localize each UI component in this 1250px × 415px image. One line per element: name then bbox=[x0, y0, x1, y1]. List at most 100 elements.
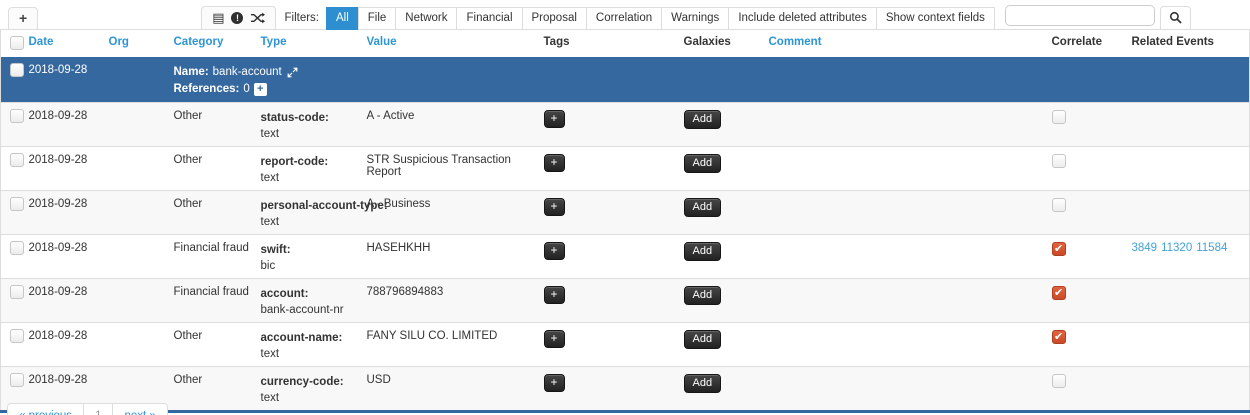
add-tag-button[interactable]: + bbox=[544, 242, 565, 260]
related-event-link[interactable]: 3849 bbox=[1132, 242, 1158, 254]
attribute-date: 2018-09-28 bbox=[23, 103, 103, 147]
add-galaxy-button[interactable]: Add bbox=[684, 374, 722, 393]
attribute-type-name: status-code: bbox=[261, 110, 356, 126]
attribute-date: 2018-09-28 bbox=[23, 323, 103, 367]
shuffle-icon[interactable] bbox=[250, 12, 265, 24]
attribute-org bbox=[103, 103, 168, 147]
attribute-type-name: account-name: bbox=[261, 330, 356, 346]
attribute-comment bbox=[763, 367, 1046, 412]
attribute-category: Other bbox=[168, 191, 255, 235]
row-select-checkbox[interactable] bbox=[10, 329, 24, 343]
pagination-previous-button[interactable]: « previous bbox=[7, 403, 84, 415]
related-event-link[interactable]: 11584 bbox=[1196, 242, 1227, 254]
correlate-checkbox[interactable] bbox=[1052, 286, 1066, 300]
attribute-value: A - Active bbox=[361, 103, 538, 147]
selected-attribute-row: 2018-09-28 Name: bank-account References… bbox=[1, 57, 1250, 103]
attribute-type: account-name: text bbox=[255, 323, 361, 367]
expand-icon[interactable] bbox=[287, 67, 298, 78]
add-tag-button[interactable]: + bbox=[544, 374, 565, 392]
row-select-checkbox[interactable] bbox=[10, 63, 24, 77]
magnifier-icon bbox=[1169, 11, 1182, 24]
add-reference-button[interactable]: + bbox=[254, 83, 267, 96]
select-all-checkbox[interactable] bbox=[10, 36, 24, 50]
list-view-icon[interactable]: ▤ bbox=[212, 11, 224, 24]
search-button[interactable] bbox=[1160, 6, 1191, 30]
add-galaxy-button[interactable]: Add bbox=[684, 242, 722, 261]
filter-tab-all[interactable]: All bbox=[326, 7, 359, 30]
search-input[interactable] bbox=[1005, 5, 1155, 26]
filter-tab-proposal[interactable]: Proposal bbox=[522, 7, 587, 30]
column-header-value[interactable]: Value bbox=[361, 30, 538, 57]
attribute-toolbar: + ▤ ! Filters: AllFileNetworkFinancialPr… bbox=[0, 0, 1250, 30]
add-tag-button[interactable]: + bbox=[544, 154, 565, 172]
table-row: 2018-09-28 Other personal-account-type: … bbox=[1, 191, 1250, 235]
row-select-checkbox[interactable] bbox=[10, 241, 24, 255]
pagination-current-page: 1 bbox=[83, 403, 113, 415]
alert-circle-icon[interactable]: ! bbox=[231, 12, 243, 24]
filter-tab-file[interactable]: File bbox=[358, 7, 397, 30]
attribute-comment bbox=[763, 191, 1046, 235]
row-select-checkbox[interactable] bbox=[10, 153, 24, 167]
add-tag-button[interactable]: + bbox=[544, 330, 565, 348]
correlate-checkbox[interactable] bbox=[1052, 110, 1066, 124]
table-row: 2018-09-28 Other currency-code: text USD… bbox=[1, 367, 1250, 412]
attribute-org bbox=[103, 279, 168, 323]
filter-tab-network[interactable]: Network bbox=[395, 7, 457, 30]
row-select-checkbox[interactable] bbox=[10, 285, 24, 299]
row-select-checkbox[interactable] bbox=[10, 373, 24, 387]
pagination-next-button[interactable]: next » bbox=[112, 403, 167, 415]
attribute-type: currency-code: text bbox=[255, 367, 361, 412]
filter-tab-warnings[interactable]: Warnings bbox=[661, 7, 729, 30]
attribute-date: 2018-09-28 bbox=[23, 191, 103, 235]
attribute-category: Other bbox=[168, 323, 255, 367]
table-row: 2018-09-28 Other account-name: text FANY… bbox=[1, 323, 1250, 367]
filter-tab-correlation[interactable]: Correlation bbox=[586, 7, 662, 30]
attribute-value: USD bbox=[361, 367, 538, 412]
filters-label: Filters: bbox=[276, 7, 327, 29]
correlate-checkbox[interactable] bbox=[1052, 242, 1066, 256]
column-header-galaxies: Galaxies bbox=[678, 30, 763, 57]
add-tag-button[interactable]: + bbox=[544, 110, 565, 128]
attribute-category: Other bbox=[168, 103, 255, 147]
column-header-type[interactable]: Type bbox=[255, 30, 361, 57]
toolbar-icon-group: ▤ ! bbox=[201, 6, 276, 30]
attribute-value: STR Suspicious Transaction Report bbox=[361, 147, 538, 191]
attribute-comment bbox=[763, 323, 1046, 367]
add-galaxy-button[interactable]: Add bbox=[684, 286, 722, 305]
add-galaxy-button[interactable]: Add bbox=[684, 154, 722, 173]
header-row: DateOrgCategoryTypeValueTagsGalaxiesComm… bbox=[1, 30, 1250, 57]
add-tag-button[interactable]: + bbox=[544, 198, 565, 216]
column-header-org[interactable]: Org bbox=[103, 30, 168, 57]
attribute-org bbox=[103, 147, 168, 191]
attribute-type: account: bank-account-nr bbox=[255, 279, 361, 323]
correlate-checkbox[interactable] bbox=[1052, 198, 1066, 212]
correlate-checkbox[interactable] bbox=[1052, 154, 1066, 168]
attribute-type: swift: bic bbox=[255, 235, 361, 279]
filter-tab-show-context-fields[interactable]: Show context fields bbox=[876, 7, 995, 30]
object-references-count: 0 bbox=[243, 81, 249, 98]
row-select-checkbox[interactable] bbox=[10, 109, 24, 123]
add-attribute-button[interactable]: + bbox=[8, 7, 38, 30]
attribute-date: 2018-09-28 bbox=[23, 147, 103, 191]
filter-tab-financial[interactable]: Financial bbox=[456, 7, 522, 30]
attribute-org bbox=[103, 191, 168, 235]
column-header-correlate: Correlate bbox=[1046, 30, 1126, 57]
filter-tab-include-deleted-attributes[interactable]: Include deleted attributes bbox=[728, 7, 877, 30]
add-tag-button[interactable]: + bbox=[544, 286, 565, 304]
related-events: 384911320 11584 bbox=[1126, 235, 1250, 279]
correlate-checkbox[interactable] bbox=[1052, 330, 1066, 344]
column-header-category[interactable]: Category bbox=[168, 30, 255, 57]
column-header-comment[interactable]: Comment bbox=[763, 30, 1046, 57]
table-row: 2018-09-28 Other report-code: text STR S… bbox=[1, 147, 1250, 191]
correlate-checkbox[interactable] bbox=[1052, 374, 1066, 388]
attributes-table: DateOrgCategoryTypeValueTagsGalaxiesComm… bbox=[0, 30, 1250, 413]
row-select-checkbox[interactable] bbox=[10, 197, 24, 211]
add-galaxy-button[interactable]: Add bbox=[684, 110, 722, 129]
attribute-type-name: report-code: bbox=[261, 154, 356, 170]
add-galaxy-button[interactable]: Add bbox=[684, 330, 722, 349]
add-galaxy-button[interactable]: Add bbox=[684, 198, 722, 217]
column-header-date[interactable]: Date bbox=[23, 30, 103, 57]
attribute-type-subtype: text bbox=[261, 170, 356, 186]
related-events bbox=[1126, 103, 1250, 147]
related-event-link[interactable]: 11320 bbox=[1161, 242, 1192, 254]
